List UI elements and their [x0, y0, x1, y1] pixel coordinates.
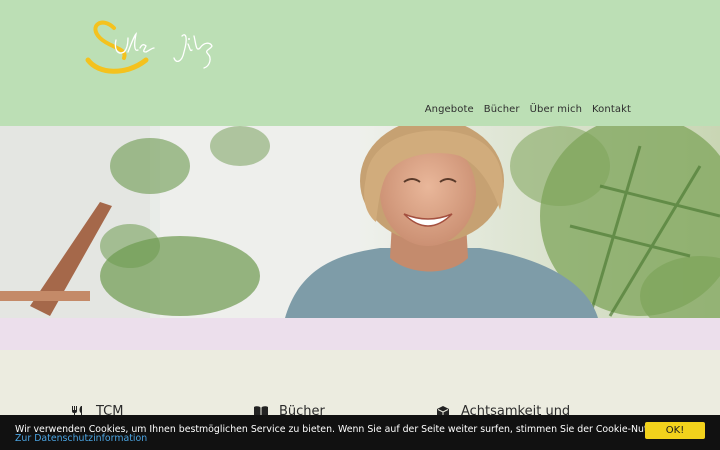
- signature-logo-icon: [85, 20, 213, 74]
- nav-item-angebote[interactable]: Angebote: [425, 104, 474, 115]
- nav-item-buecher[interactable]: Bücher: [484, 104, 520, 115]
- decorative-strip: [0, 318, 720, 350]
- main-nav: Angebote Bücher Über mich Kontakt: [425, 104, 631, 115]
- privacy-link[interactable]: Zur Datenschutzinformation: [15, 433, 147, 444]
- cookie-banner: Wir verwenden Cookies, um Ihnen bestmögl…: [0, 415, 720, 450]
- nav-item-ueber-mich[interactable]: Über mich: [530, 104, 582, 115]
- portrait-photo: [0, 126, 720, 318]
- nav-item-kontakt[interactable]: Kontakt: [592, 104, 631, 115]
- site-header: Angebote Bücher Über mich Kontakt: [0, 0, 720, 126]
- site-logo[interactable]: [84, 14, 224, 78]
- hero-image: [0, 126, 720, 318]
- cookie-ok-button[interactable]: OK!: [645, 422, 705, 439]
